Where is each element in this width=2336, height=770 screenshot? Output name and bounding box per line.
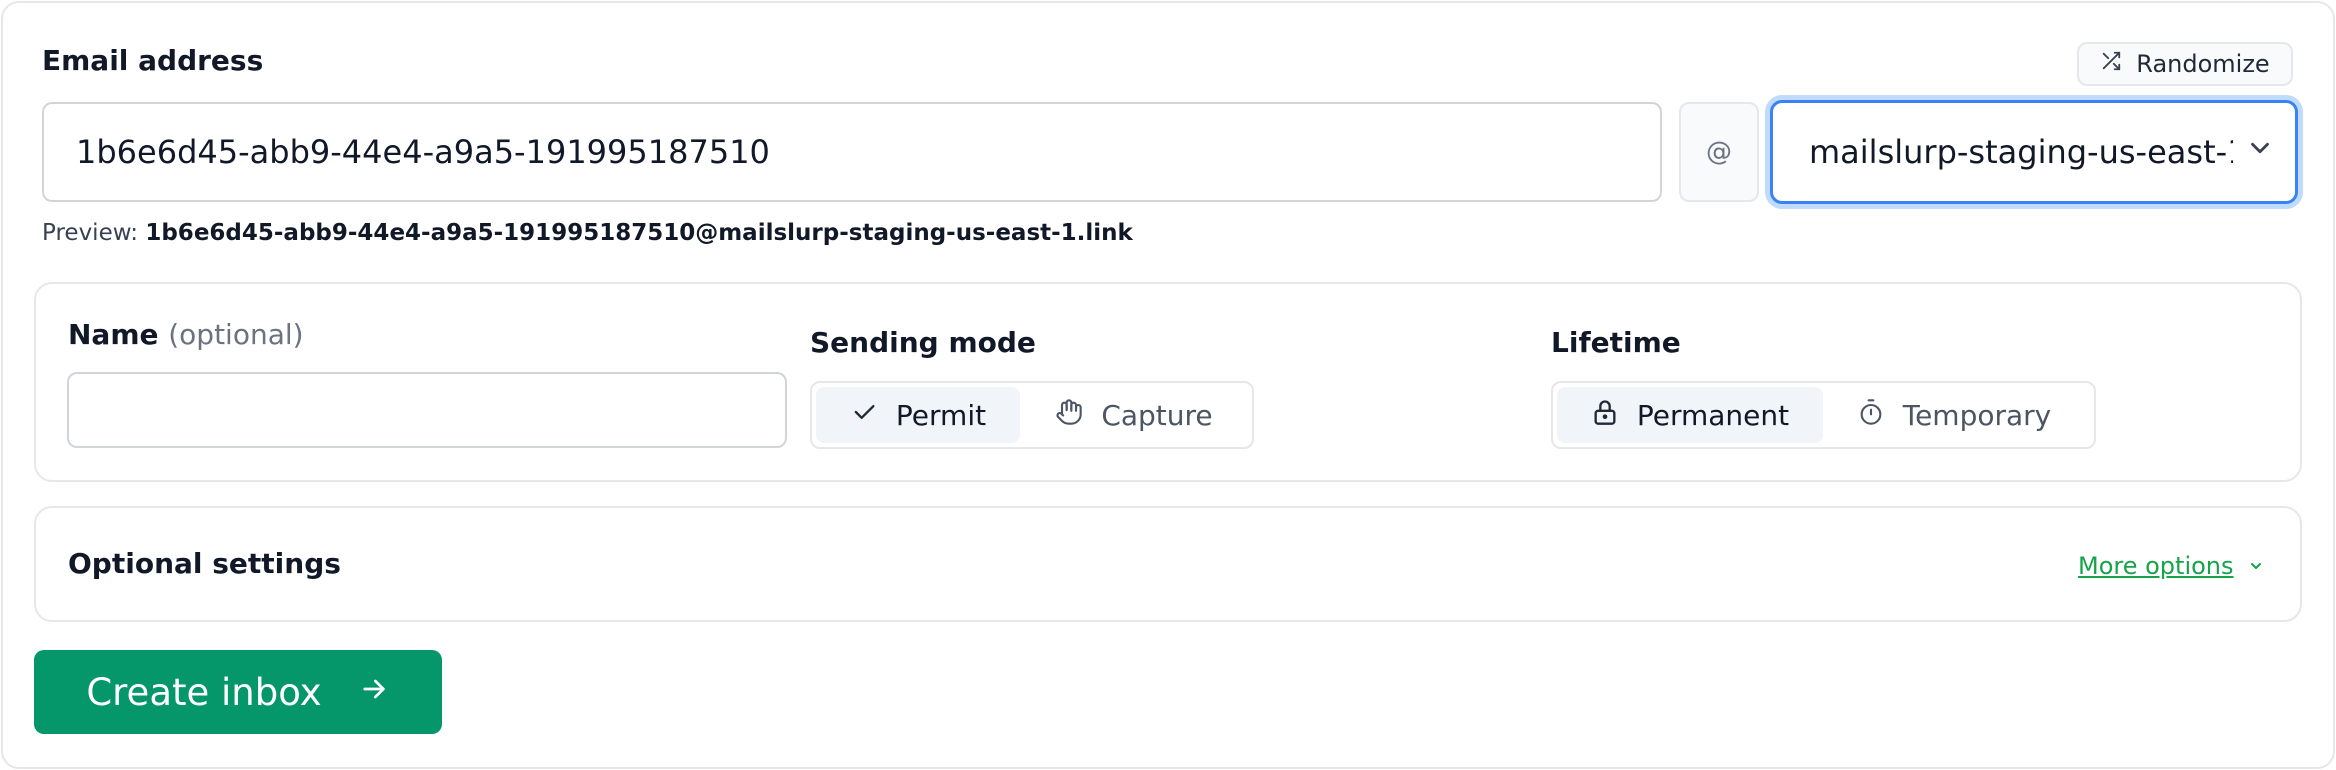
- more-options-label: More options: [2078, 552, 2234, 580]
- shuffle-icon: [2100, 50, 2122, 78]
- lifetime-permanent[interactable]: Permanent: [1557, 387, 1823, 443]
- chevron-down-icon: [2248, 552, 2264, 580]
- email-local-part-input[interactable]: 1b6e6d45-abb9-44e4-a9a5-191995187510: [42, 102, 1662, 202]
- temporary-label: Temporary: [1902, 398, 2052, 432]
- more-options-link[interactable]: More options: [2078, 552, 2264, 580]
- check-icon: [850, 398, 878, 433]
- email-preview: Preview: 1b6e6d45-abb9-44e4-a9a5-1919951…: [42, 220, 1133, 246]
- create-inbox-button[interactable]: Create inbox: [34, 650, 442, 734]
- sending-mode-capture[interactable]: Capture: [1020, 387, 1248, 443]
- permit-label: Permit: [895, 398, 987, 432]
- name-label-text: Name: [68, 318, 159, 351]
- optional-hint: (optional): [168, 318, 304, 351]
- optional-settings-panel: [34, 506, 2302, 622]
- arrow-right-icon: [358, 671, 390, 714]
- sending-mode-toggle: Permit Capture: [810, 381, 1254, 449]
- name-input[interactable]: [67, 372, 787, 448]
- capture-label: Capture: [1101, 398, 1213, 432]
- domain-select[interactable]: mailslurp-staging-us-east-1.link: [1770, 100, 2298, 204]
- domain-selected-value: mailslurp-staging-us-east-1.link: [1809, 133, 2233, 171]
- hand-icon: [1055, 398, 1083, 433]
- lifetime-temporary[interactable]: Temporary: [1823, 387, 2085, 443]
- preview-label: Preview:: [42, 220, 139, 246]
- email-address-label: Email address: [42, 44, 264, 77]
- timer-icon: [1857, 398, 1885, 433]
- permanent-label: Permanent: [1636, 398, 1790, 432]
- create-inbox-label: Create inbox: [86, 670, 322, 714]
- sending-mode-label: Sending mode: [810, 326, 1036, 359]
- lock-icon: [1591, 398, 1619, 433]
- at-symbol: @: [1679, 102, 1759, 202]
- sending-mode-permit[interactable]: Permit: [816, 387, 1020, 443]
- name-label: Name (optional): [68, 318, 304, 351]
- optional-settings-title: Optional settings: [68, 547, 341, 580]
- randomize-button[interactable]: Randomize: [2077, 42, 2293, 86]
- lifetime-toggle: Permanent Temporary: [1551, 381, 2096, 449]
- randomize-label: Randomize: [2136, 50, 2270, 78]
- lifetime-label: Lifetime: [1551, 326, 1681, 359]
- email-local-part-value: 1b6e6d45-abb9-44e4-a9a5-191995187510: [76, 133, 770, 171]
- chevron-down-icon: [2233, 133, 2275, 171]
- preview-value: 1b6e6d45-abb9-44e4-a9a5-191995187510@mai…: [145, 220, 1133, 246]
